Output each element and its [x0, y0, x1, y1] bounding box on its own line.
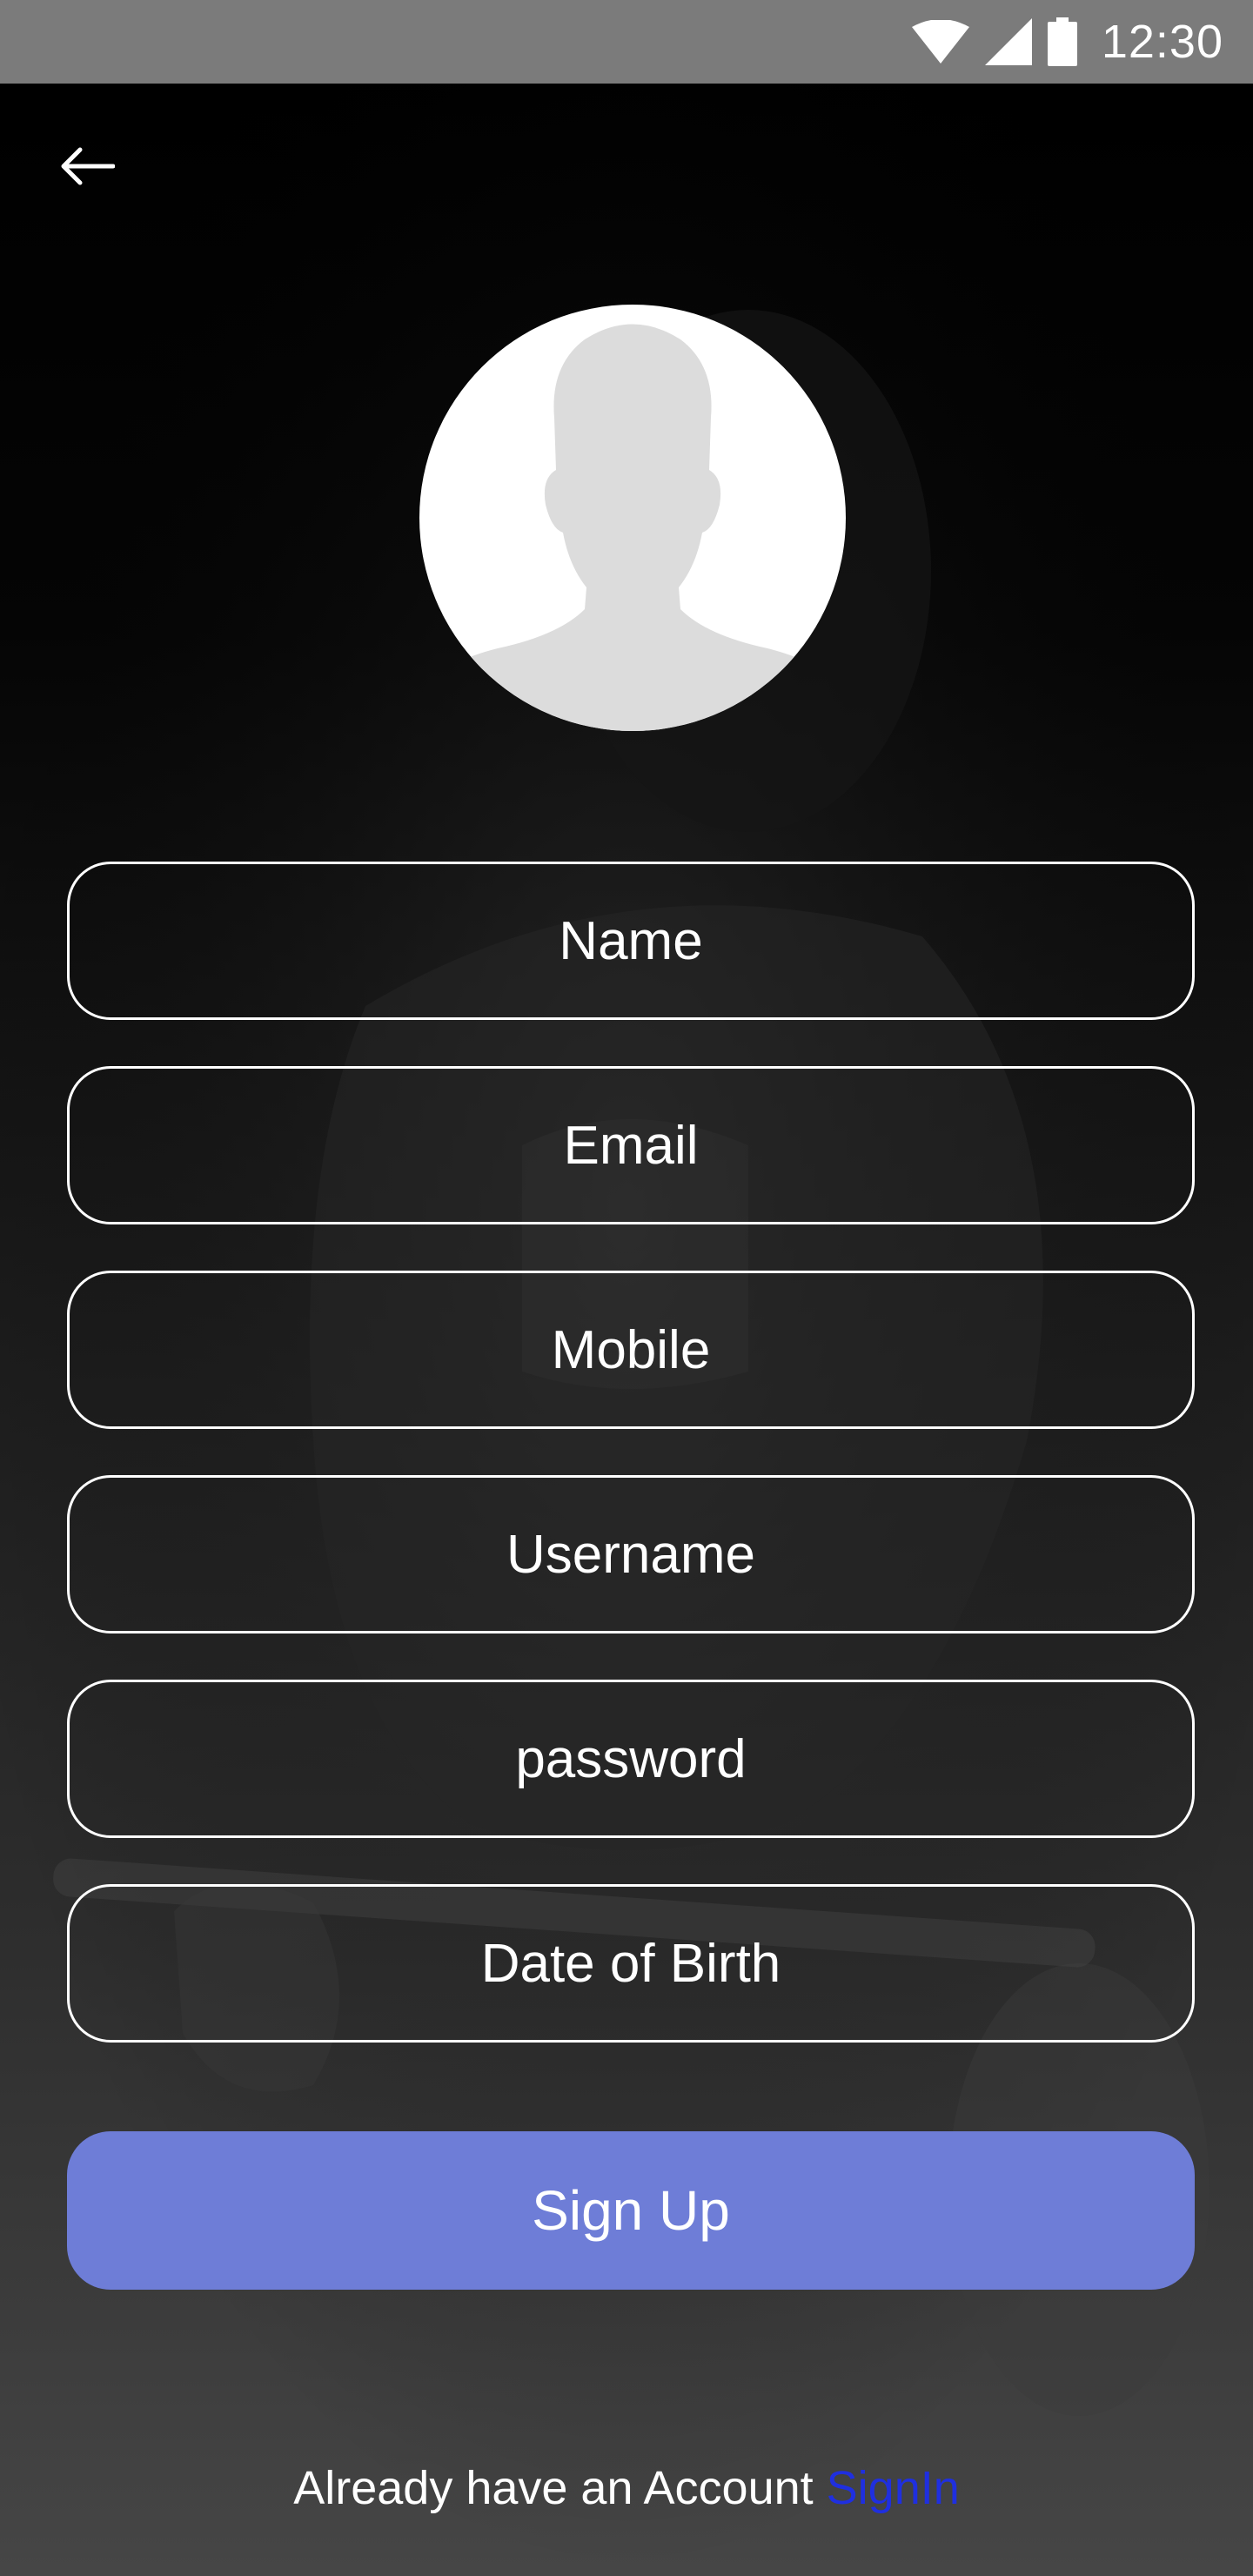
email-input[interactable] [67, 1066, 1195, 1224]
content-area: Sign Up Already have an Account SignIn [0, 84, 1253, 2576]
wifi-icon [911, 20, 969, 64]
password-input[interactable] [67, 1680, 1195, 1838]
signin-prompt: Already have an Account SignIn [0, 2461, 1253, 2515]
signup-screen: 12:30 Name Email Mobile Username passwor… [0, 0, 1253, 2576]
avatar[interactable] [419, 305, 846, 731]
arrow-left-icon [61, 147, 115, 185]
signin-link[interactable]: SignIn [827, 2462, 960, 2514]
status-icons: 12:30 [911, 15, 1223, 69]
mobile-input[interactable] [67, 1271, 1195, 1429]
battery-icon [1047, 17, 1077, 66]
signin-prompt-text: Already have an Account [293, 2462, 827, 2514]
signal-icon [984, 18, 1032, 65]
username-input[interactable] [67, 1475, 1195, 1633]
person-silhouette-icon [446, 324, 820, 731]
status-bar: 12:30 [0, 0, 1253, 84]
status-time: 12:30 [1101, 16, 1223, 68]
name-input[interactable] [67, 862, 1195, 1020]
back-button[interactable] [49, 127, 127, 205]
date-of-birth-input[interactable] [67, 1884, 1195, 2043]
sign-up-button[interactable]: Sign Up [67, 2131, 1195, 2290]
